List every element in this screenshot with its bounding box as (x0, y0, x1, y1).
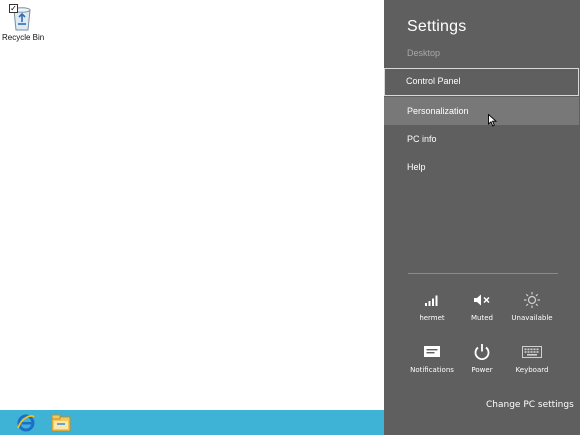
network-signal-icon (425, 295, 438, 306)
keyboard-label: Keyboard (515, 366, 549, 374)
desktop: ✓ Recycle Bin (0, 0, 384, 410)
keyboard-tile[interactable]: Keyboard (507, 342, 557, 374)
menu-item-control-panel[interactable]: Control Panel (384, 68, 579, 96)
notifications-icon (424, 346, 440, 357)
selection-checkbox[interactable]: ✓ (9, 4, 18, 13)
charm-context-label: Desktop (407, 48, 441, 58)
recycle-bin-shortcut[interactable]: ✓ Recycle Bin (2, 2, 45, 42)
internet-explorer-button[interactable] (10, 411, 42, 434)
menu-item-pc-info[interactable]: PC info (384, 125, 579, 153)
brightness-tile[interactable]: Unavailable (507, 290, 557, 322)
power-label: Power (471, 366, 493, 374)
keyboard-icon (522, 346, 542, 358)
file-explorer-icon (51, 414, 71, 431)
volume-label: Muted (471, 314, 493, 322)
brightness-icon (524, 292, 540, 308)
file-explorer-button[interactable] (45, 411, 77, 434)
brightness-label: Unavailable (511, 314, 553, 322)
charm-divider (408, 273, 558, 274)
mouse-cursor-icon (488, 114, 497, 127)
menu-item-help[interactable]: Help (384, 153, 579, 181)
menu-item-personalization[interactable]: Personalization (384, 97, 579, 125)
notifications-label: Notifications (410, 366, 454, 374)
volume-muted-icon (474, 294, 490, 306)
network-tile[interactable]: hermet (407, 290, 457, 322)
change-pc-settings-link[interactable]: Change PC settings (486, 400, 574, 410)
taskbar (0, 410, 384, 435)
network-label: hermet (419, 314, 445, 322)
power-tile[interactable]: Power (457, 342, 507, 374)
volume-tile[interactable]: Muted (457, 290, 507, 322)
recycle-bin-label: Recycle Bin (2, 33, 45, 42)
internet-explorer-icon (17, 414, 35, 431)
notifications-tile[interactable]: Notifications (407, 342, 457, 374)
power-icon (474, 344, 490, 361)
charm-title: Settings (407, 18, 467, 35)
